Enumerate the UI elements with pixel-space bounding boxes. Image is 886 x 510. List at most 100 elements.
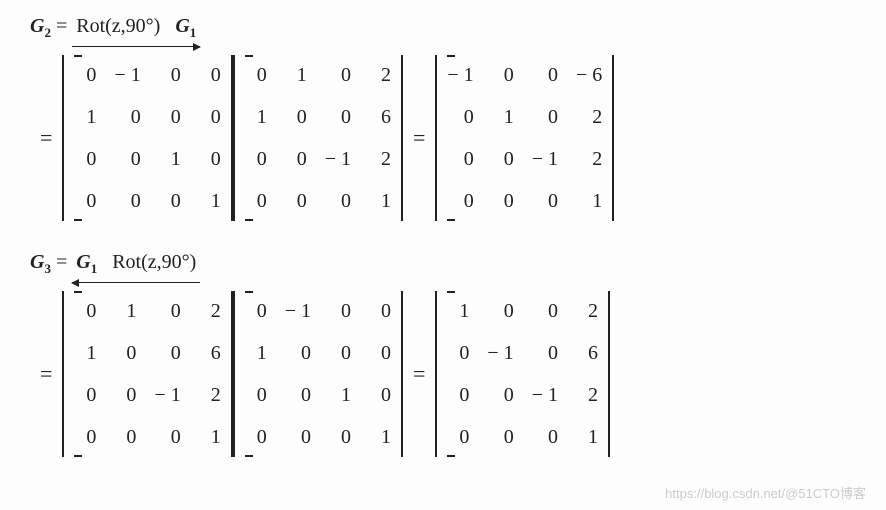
matrix-cell: 0	[532, 295, 558, 327]
matrix-cell: 0	[114, 421, 136, 453]
matrix-cell: − 1	[487, 337, 513, 369]
matrix-cell: 0	[329, 421, 351, 453]
matrix-cell: 0	[329, 337, 351, 369]
equation-1-matrices: = 0− 100100000100001 0102100600− 120001 …	[30, 55, 856, 221]
matrix-cell: 2	[369, 59, 391, 91]
matrix-g2-result: − 100− 6010200− 120001	[435, 55, 614, 221]
matrix-cell: 1	[199, 421, 221, 453]
matrix-cell: 2	[576, 379, 598, 411]
matrix-cell: 2	[576, 295, 598, 327]
matrix-cell: − 6	[576, 59, 602, 91]
matrix-cell: − 1	[532, 143, 558, 175]
g2-symbol: G2	[30, 15, 56, 37]
matrix-cell: 6	[369, 101, 391, 133]
matrix-cell: 0	[159, 185, 181, 217]
matrix-cell: 6	[199, 337, 221, 369]
matrix-cell: 1	[114, 295, 136, 327]
matrix-cell: 0	[325, 185, 351, 217]
matrix-cell: − 1	[154, 379, 180, 411]
matrix-cell: 0	[285, 143, 307, 175]
matrix-cell: 0	[492, 59, 514, 91]
matrix-cell: 1	[199, 185, 221, 217]
matrix-cell: 2	[199, 379, 221, 411]
matrix-cell: 0	[492, 143, 514, 175]
matrix-cell: 0	[369, 337, 391, 369]
matrix-g1: 0102100600− 120001	[233, 55, 403, 221]
matrix-cell: 0	[285, 379, 311, 411]
equation-1: G2 = Rot(z,90°) G1 = 0− 100100000100001 …	[30, 15, 856, 221]
matrix-cell: 0	[245, 421, 267, 453]
equals-sign: =	[40, 125, 52, 151]
matrix-cell: 1	[285, 59, 307, 91]
matrix-cell: 2	[369, 143, 391, 175]
matrix-cell: − 1	[532, 379, 558, 411]
matrix-cell: 0	[492, 185, 514, 217]
matrix-cell: 0	[199, 101, 221, 133]
matrix-cell: 0	[114, 379, 136, 411]
matrix-cell: 0	[487, 379, 513, 411]
matrix-cell: 0	[245, 379, 267, 411]
matrix-cell: 0	[154, 337, 180, 369]
matrix-cell: 0	[325, 101, 351, 133]
matrix-cell: 0	[447, 337, 469, 369]
matrix-cell: 0	[245, 59, 267, 91]
matrix-rot: 0− 100100000100001	[233, 291, 403, 457]
matrix-cell: 0	[74, 295, 96, 327]
matrix-cell: 0	[159, 101, 181, 133]
matrix-cell: 1	[369, 421, 391, 453]
matrix-cell: 0	[114, 101, 140, 133]
matrix-cell: 0	[159, 59, 181, 91]
matrix-cell: 0	[369, 379, 391, 411]
matrix-cell: 0	[74, 59, 96, 91]
matrix-cell: 1	[245, 101, 267, 133]
matrix-cell: 0	[199, 59, 221, 91]
matrix-cell: 0	[285, 337, 311, 369]
matrix-cell: 0	[487, 295, 513, 327]
equals-sign: =	[40, 361, 52, 387]
matrix-cell: 2	[576, 101, 602, 133]
equals-sign: =	[413, 125, 425, 151]
matrix-cell: 1	[576, 185, 602, 217]
matrix-cell: 0	[447, 143, 473, 175]
matrix-cell: 0	[74, 143, 96, 175]
matrix-cell: 0	[447, 421, 469, 453]
matrix-cell: − 1	[285, 295, 311, 327]
matrix-cell: 1	[447, 295, 469, 327]
matrix-cell: 0	[447, 379, 469, 411]
matrix-cell: 0	[199, 143, 221, 175]
matrix-cell: − 1	[325, 143, 351, 175]
equation-2-header: G3 = G1 Rot(z,90°)	[30, 251, 856, 279]
matrix-cell: 0	[245, 295, 267, 327]
equals-sign: =	[56, 251, 72, 273]
matrix-cell: 0	[532, 185, 558, 217]
matrix-cell: 0	[329, 295, 351, 327]
matrix-cell: 1	[329, 379, 351, 411]
g3-symbol: G3	[30, 251, 56, 273]
equals-sign: =	[413, 361, 425, 387]
matrix-cell: 0	[285, 101, 307, 133]
rot-operator-1: Rot(z,90°) G1	[72, 15, 200, 41]
matrix-g3-result: 10020− 10600− 120001	[435, 291, 610, 457]
matrix-cell: 0	[487, 421, 513, 453]
matrix-cell: 0	[369, 295, 391, 327]
matrix-cell: 1	[576, 421, 598, 453]
matrix-cell: 0	[114, 185, 140, 217]
matrix-cell: 0	[74, 379, 96, 411]
arrow-left-icon	[72, 282, 200, 283]
matrix-cell: − 1	[114, 59, 140, 91]
matrix-cell: 0	[447, 185, 473, 217]
matrix-cell: 0	[447, 101, 473, 133]
matrix-cell: 0	[532, 337, 558, 369]
matrix-cell: 0	[532, 421, 558, 453]
matrix-cell: 2	[576, 143, 602, 175]
matrix-rot: 0− 100100000100001	[62, 55, 232, 221]
matrix-cell: 0	[532, 59, 558, 91]
matrix-cell: 0	[154, 295, 180, 327]
matrix-cell: 0	[74, 185, 96, 217]
matrix-cell: 0	[74, 421, 96, 453]
matrix-cell: 6	[576, 337, 598, 369]
matrix-cell: 0	[285, 421, 311, 453]
matrix-cell: 0	[245, 185, 267, 217]
matrix-cell: 0	[114, 143, 140, 175]
matrix-cell: 1	[74, 337, 96, 369]
